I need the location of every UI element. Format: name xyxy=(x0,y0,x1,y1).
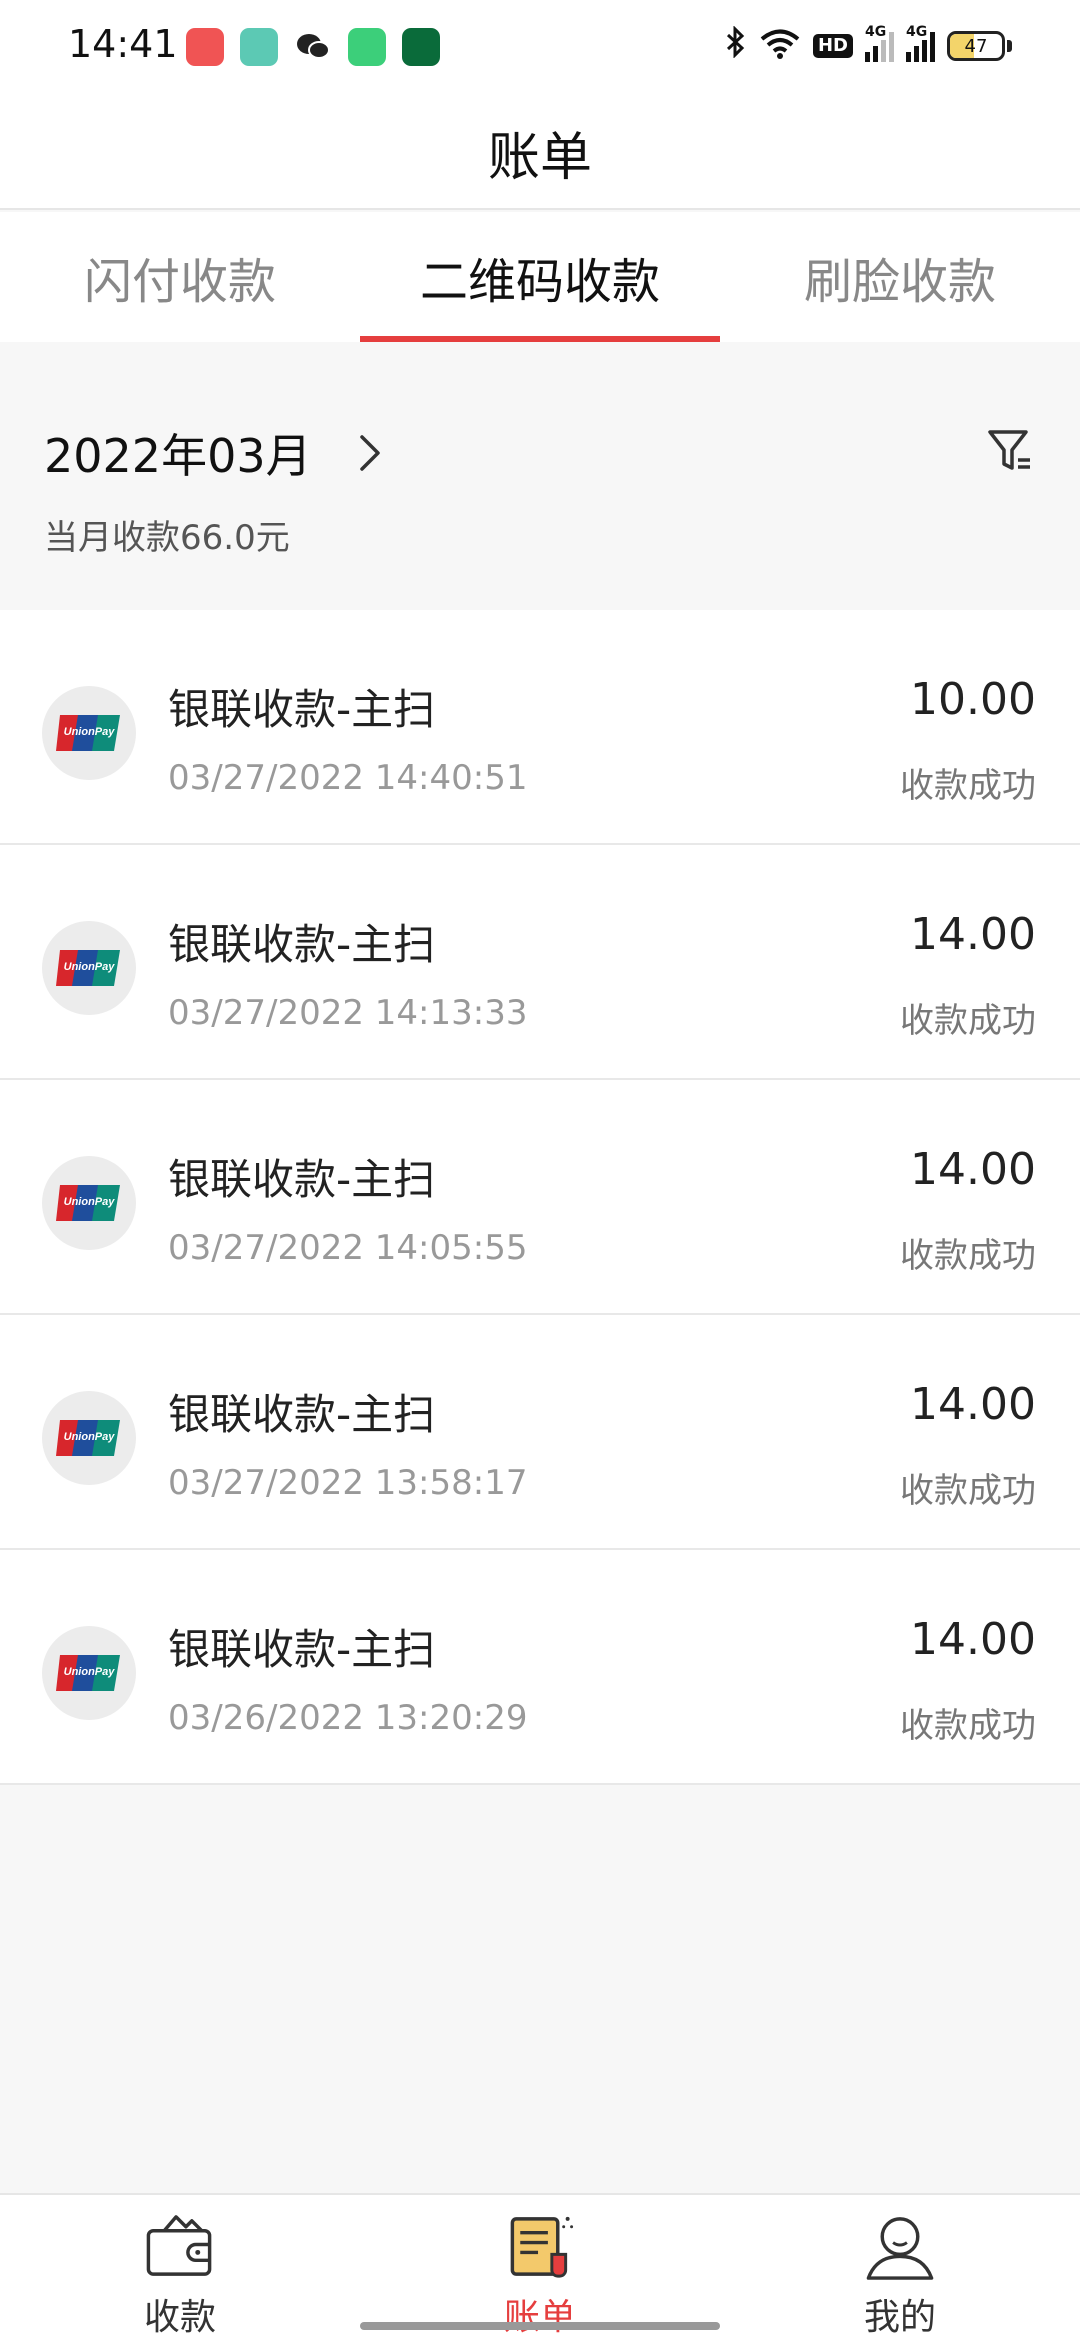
signal-icon: 4G xyxy=(865,24,894,62)
battery-percent: 47 xyxy=(964,35,988,57)
transaction-amount: 14.00 xyxy=(910,1144,1036,1195)
transaction-title: 银联收款-主扫 xyxy=(168,685,436,734)
transaction-amount: 10.00 xyxy=(910,674,1036,725)
transaction-status: 收款成功 xyxy=(900,1706,1036,1746)
user-icon xyxy=(866,2217,934,2280)
nav-label: 账单 xyxy=(503,2297,576,2338)
transaction-time: 03/27/2022 14:13:33 xyxy=(168,993,528,1033)
wallet-icon xyxy=(146,2215,212,2276)
network-label: 4G xyxy=(906,24,928,40)
unionpay-logo-icon: UnionPay xyxy=(42,1156,136,1250)
tab-quickpass[interactable]: 闪付收款 xyxy=(0,212,360,342)
month-selector[interactable]: 2022年03月 xyxy=(44,420,390,486)
transaction-status: 收款成功 xyxy=(900,766,1036,806)
wechat-icon xyxy=(294,28,332,66)
network-label: 4G xyxy=(865,24,887,40)
unionpay-logo-icon: UnionPay xyxy=(42,921,136,1015)
chevron-right-icon xyxy=(359,435,380,471)
nav-item-bill[interactable]: 账单 xyxy=(360,2195,720,2340)
page-header: 账单 xyxy=(0,96,1080,210)
transaction-amount: 14.00 xyxy=(910,1379,1036,1430)
svg-text:UnionPay: UnionPay xyxy=(64,1431,116,1443)
nav-label: 我的 xyxy=(863,2297,936,2338)
unionpay-logo-icon: UnionPay xyxy=(42,1391,136,1485)
battery-tip xyxy=(1007,40,1012,52)
bottom-nav: 收款 账单 我的 xyxy=(0,2193,1080,2340)
transaction-amount: 14.00 xyxy=(910,909,1036,960)
svg-text:UnionPay: UnionPay xyxy=(64,1196,116,1208)
transaction-time: 03/26/2022 13:20:29 xyxy=(168,1698,528,1738)
wifi-icon xyxy=(759,28,801,64)
nav-label: 收款 xyxy=(143,2297,216,2338)
transaction-amount: 14.00 xyxy=(910,1614,1036,1665)
status-bar: 14:41 HD 4G 4G 47 xyxy=(0,0,1080,96)
transaction-status: 收款成功 xyxy=(900,1001,1036,1041)
list-item[interactable]: UnionPay 银联收款-主扫 03/26/2022 13:20:29 14.… xyxy=(0,1550,1080,1785)
status-time: 14:41 xyxy=(68,22,178,66)
transaction-title: 银联收款-主扫 xyxy=(168,1625,436,1674)
transaction-list: UnionPay 银联收款-主扫 03/27/2022 14:40:51 10.… xyxy=(0,610,1080,1785)
tab-bar: 闪付收款 二维码收款 刷脸收款 xyxy=(0,212,1080,342)
status-right: HD 4G 4G 47 xyxy=(725,24,1012,66)
signal-icon: 4G xyxy=(906,24,935,62)
app-icon xyxy=(240,28,278,66)
svg-text:UnionPay: UnionPay xyxy=(64,726,116,738)
unionpay-logo-icon: UnionPay xyxy=(42,686,136,780)
transaction-time: 03/27/2022 14:40:51 xyxy=(168,758,528,798)
notification-icons xyxy=(186,28,440,66)
hd-icon: HD xyxy=(812,34,853,58)
filter-icon[interactable] xyxy=(986,426,1034,474)
transaction-title: 银联收款-主扫 xyxy=(168,1155,436,1204)
month-label: 2022年03月 xyxy=(44,429,312,483)
battery-icon: 47 xyxy=(947,31,1005,61)
month-summary: 2022年03月 当月收款66.0元 xyxy=(0,370,1080,610)
notification-app-icon xyxy=(186,28,224,66)
nav-item-mine[interactable]: 我的 xyxy=(720,2195,1080,2340)
list-item[interactable]: UnionPay 银联收款-主扫 03/27/2022 14:13:33 14.… xyxy=(0,845,1080,1080)
home-indicator[interactable] xyxy=(360,2322,720,2330)
transaction-time: 03/27/2022 13:58:17 xyxy=(168,1463,528,1503)
list-item[interactable]: UnionPay 银联收款-主扫 03/27/2022 13:58:17 14.… xyxy=(0,1315,1080,1550)
transaction-title: 银联收款-主扫 xyxy=(168,1390,436,1439)
month-total: 当月收款66.0元 xyxy=(44,518,290,558)
transaction-title: 银联收款-主扫 xyxy=(168,920,436,969)
transaction-status: 收款成功 xyxy=(900,1236,1036,1276)
tab-qrcode[interactable]: 二维码收款 xyxy=(360,212,720,342)
nav-item-collect[interactable]: 收款 xyxy=(0,2195,360,2340)
tab-face-pay[interactable]: 刷脸收款 xyxy=(720,212,1080,342)
transaction-time: 03/27/2022 14:05:55 xyxy=(168,1228,528,1268)
transaction-status: 收款成功 xyxy=(900,1471,1036,1511)
svg-text:UnionPay: UnionPay xyxy=(64,1666,116,1678)
list-item[interactable]: UnionPay 银联收款-主扫 03/27/2022 14:05:55 14.… xyxy=(0,1080,1080,1315)
bill-icon xyxy=(510,2216,574,2278)
bluetooth-icon xyxy=(725,25,747,66)
market-icon xyxy=(348,28,386,66)
list-item[interactable]: UnionPay 银联收款-主扫 03/27/2022 14:40:51 10.… xyxy=(0,610,1080,845)
oppo-icon xyxy=(402,28,440,66)
unionpay-logo-icon: UnionPay xyxy=(42,1626,136,1720)
svg-text:UnionPay: UnionPay xyxy=(64,961,116,973)
page-title: 账单 xyxy=(487,127,592,188)
